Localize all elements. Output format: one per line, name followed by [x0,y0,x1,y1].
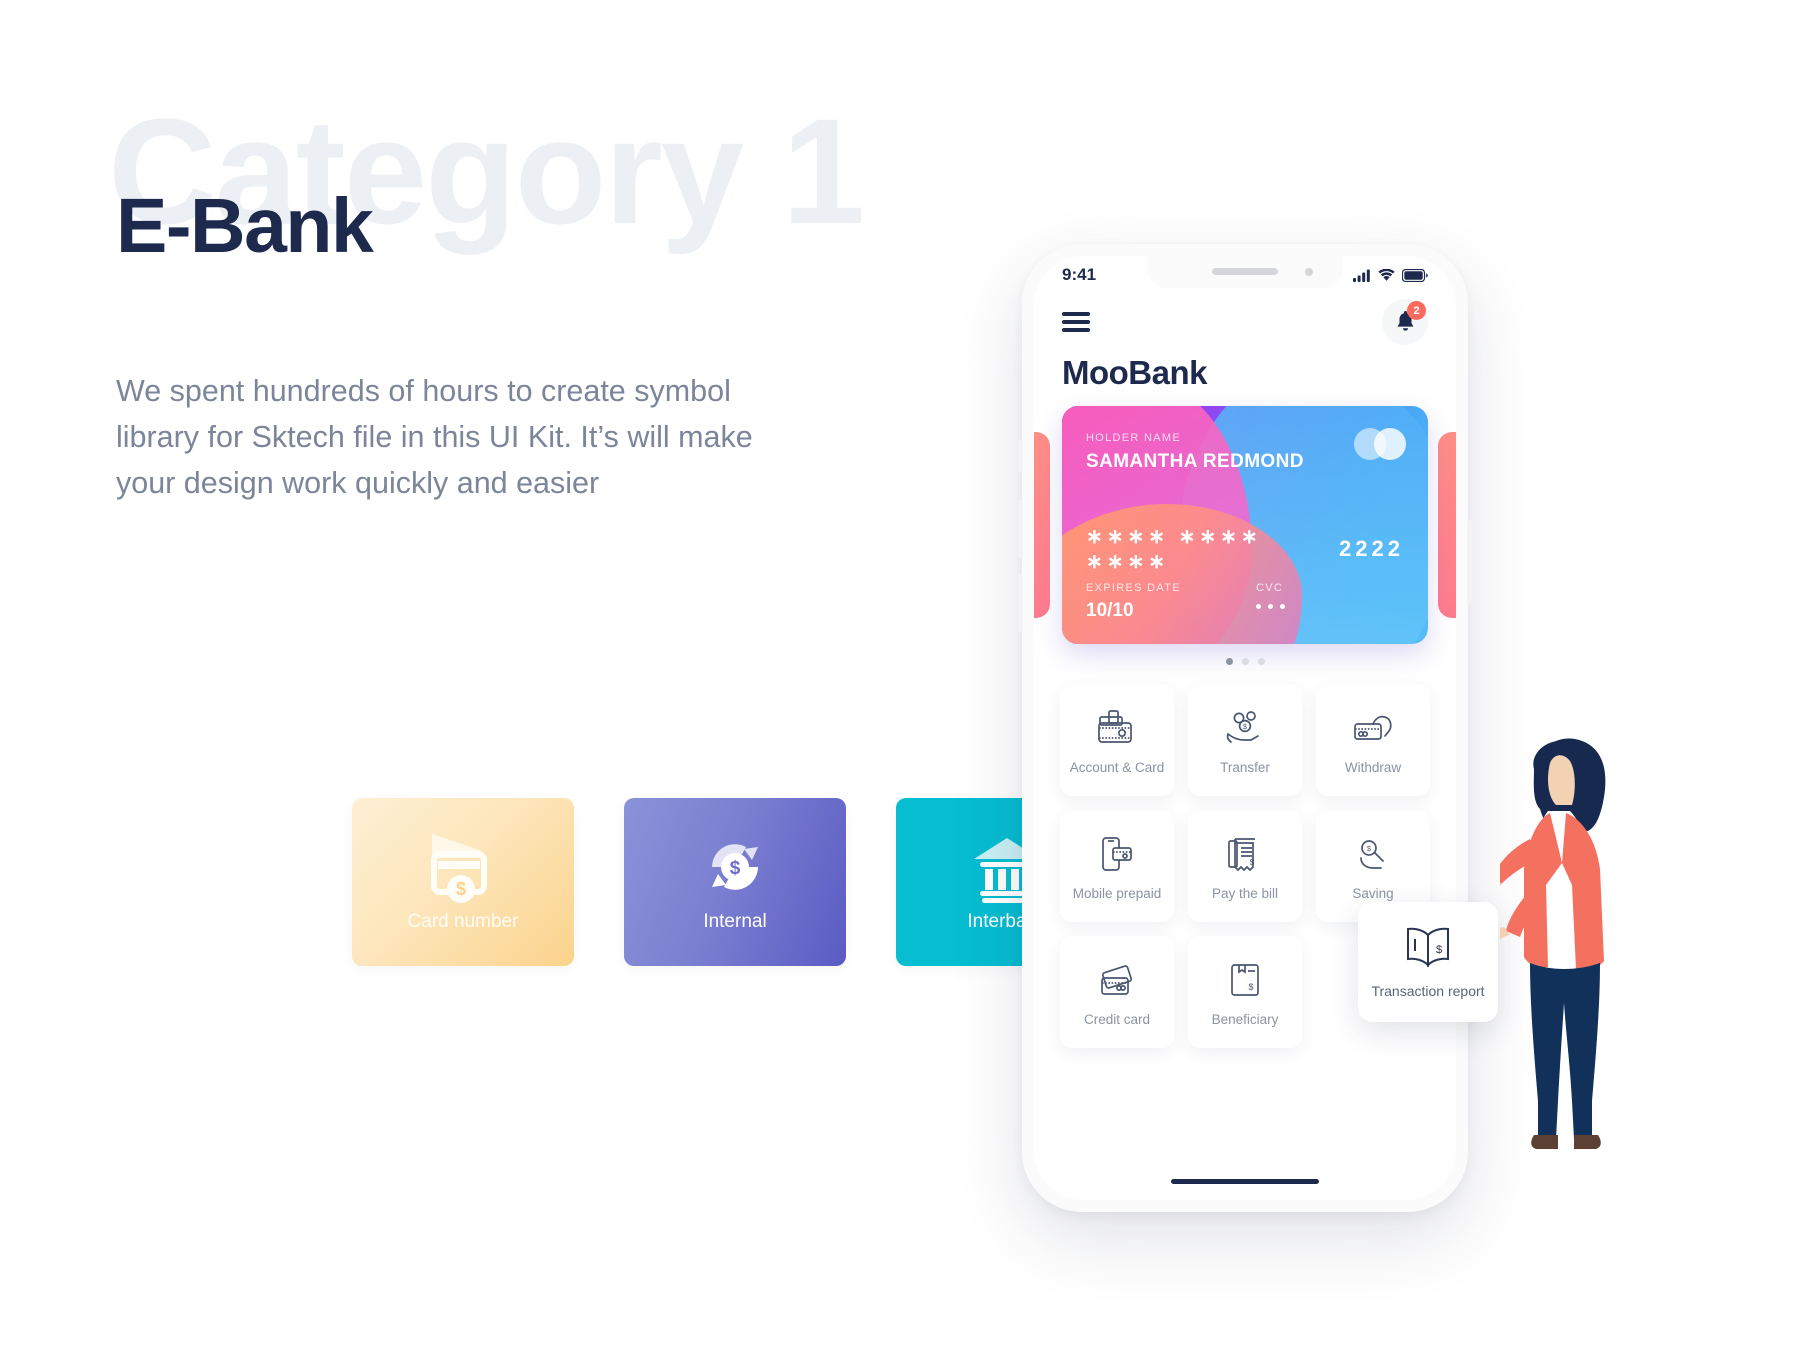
menu-label: Mobile prepaid [1072,886,1162,902]
status-indicators [1353,268,1428,282]
phone-mockup: 9:41 2 MooBank HOLDER NAME SAMANTHA REDM… [1018,244,1472,1212]
card-number-masked: ∗∗∗∗ ∗∗∗∗ ∗∗∗∗ [1086,526,1262,573]
menu-tile-pay-the-bill[interactable]: $ Pay the bill [1188,810,1302,922]
menu-tile-withdraw[interactable]: Withdraw [1316,684,1430,796]
credit-cards-icon [1095,955,1139,1005]
pager-dot-1[interactable] [1225,658,1233,665]
svg-text:$: $ [1250,858,1255,867]
open-book-dollar-icon: $ [1402,924,1454,975]
svg-text:$: $ [1248,982,1253,992]
receipt-dollar-icon: $ [1223,829,1267,879]
status-bar: 9:41 [1034,256,1456,290]
phone-volume-up [1018,500,1023,558]
app-bar: 2 [1034,296,1456,348]
card-expiry-label: EXPIRES DATE [1086,582,1181,594]
phone-volume-down [1018,574,1023,632]
home-indicator [1171,1179,1319,1184]
notification-badge: 2 [1407,301,1426,320]
menu-label: Transfer [1220,760,1270,776]
menu-tile-beneficiary[interactable]: $ Beneficiary [1188,936,1302,1048]
menu-tile-mobile-prepaid[interactable]: Mobile prepaid [1060,810,1174,922]
internal-button[interactable]: $ Internal [624,798,846,966]
svg-text:$: $ [1367,846,1371,853]
card-number: ∗∗∗∗ ∗∗∗∗ ∗∗∗∗ 2222 [1086,524,1404,574]
card-number-button[interactable]: $ Card number [352,798,574,966]
phone-card-icon [1095,829,1139,879]
previous-card-peek[interactable] [1034,432,1050,618]
page-title: E-Bank [116,183,374,269]
transaction-report-label: Transaction report [1371,982,1485,999]
card-number-last4: 2222 [1339,536,1404,561]
category-button-row: $ Card number $ Internal Interbank [352,798,1118,966]
credit-card[interactable]: HOLDER NAME SAMANTHA REDMOND ∗∗∗∗ ∗∗∗∗ ∗… [1062,406,1428,644]
status-time: 9:41 [1062,265,1097,284]
menu-tile-credit-card[interactable]: Credit card [1060,936,1174,1048]
wallet-cards-icon [1095,703,1139,753]
hand-card-icon [1351,703,1395,753]
menu-label: Beneficiary [1211,1012,1279,1028]
pager-dot-3[interactable] [1257,658,1265,665]
battery-icon [1402,268,1428,282]
card-holder-label: HOLDER NAME [1086,432,1181,444]
next-card-peek[interactable] [1438,432,1456,618]
wifi-icon [1378,268,1395,281]
card-holder-name: SAMANTHA REDMOND [1086,451,1304,472]
card-expiry-value: 10/10 [1086,600,1134,621]
app-brand-title: MooBank [1062,354,1208,391]
woman-standing-illustration [1500,738,1606,1149]
card-expiry-block: EXPIRES DATE 10/10 [1086,582,1256,622]
notification-bell-button[interactable]: 2 [1382,299,1428,345]
description-paragraph: We spent hundreds of hours to create sym… [116,374,753,500]
svg-text:$: $ [1243,724,1247,731]
page-root: Category 1 E-Bank We spent hundreds of h… [0,0,1800,1360]
hand-coins-icon: $ [1223,703,1267,753]
transaction-report-tile[interactable]: $ Transaction report [1358,902,1498,1022]
menu-label: Withdraw [1344,760,1402,776]
card-dollar-icon: $ [431,834,487,903]
internal-button-label: Internal [703,911,767,932]
piggy-dollar-icon: $ [1351,829,1395,879]
cellular-signal-icon [1353,269,1370,282]
card-cvc-block: CVC [1256,582,1285,622]
card-cvc-label: CVC [1256,582,1284,594]
menu-tile-transfer[interactable]: $ Transfer [1188,684,1302,796]
pager-dot-2[interactable] [1241,658,1249,665]
menu-label: Pay the bill [1211,886,1279,902]
card-cvc-value [1256,604,1285,609]
card-bottom-row: EXPIRES DATE 10/10 CVC [1086,582,1404,622]
card-number-button-label: Card number [407,911,519,932]
menu-tile-account-card[interactable]: Account & Card [1060,684,1174,796]
menu-label: Account & Card [1069,760,1165,776]
phone-screen: 9:41 2 MooBank HOLDER NAME SAMANTHA REDM… [1034,256,1456,1200]
svg-text:$: $ [456,879,466,899]
card-pagination-dots[interactable] [1034,658,1456,665]
phone-silent-switch [1018,440,1023,472]
phone-power-button [1467,520,1472,604]
refresh-dollar-icon: $ [712,844,758,890]
menu-label: Credit card [1083,1012,1151,1028]
menu-label: Saving [1352,886,1394,902]
hamburger-menu-icon[interactable] [1062,312,1090,332]
svg-text:$: $ [1436,944,1442,956]
document-dollar-icon: $ [1223,955,1267,1005]
svg-text:$: $ [730,858,741,879]
